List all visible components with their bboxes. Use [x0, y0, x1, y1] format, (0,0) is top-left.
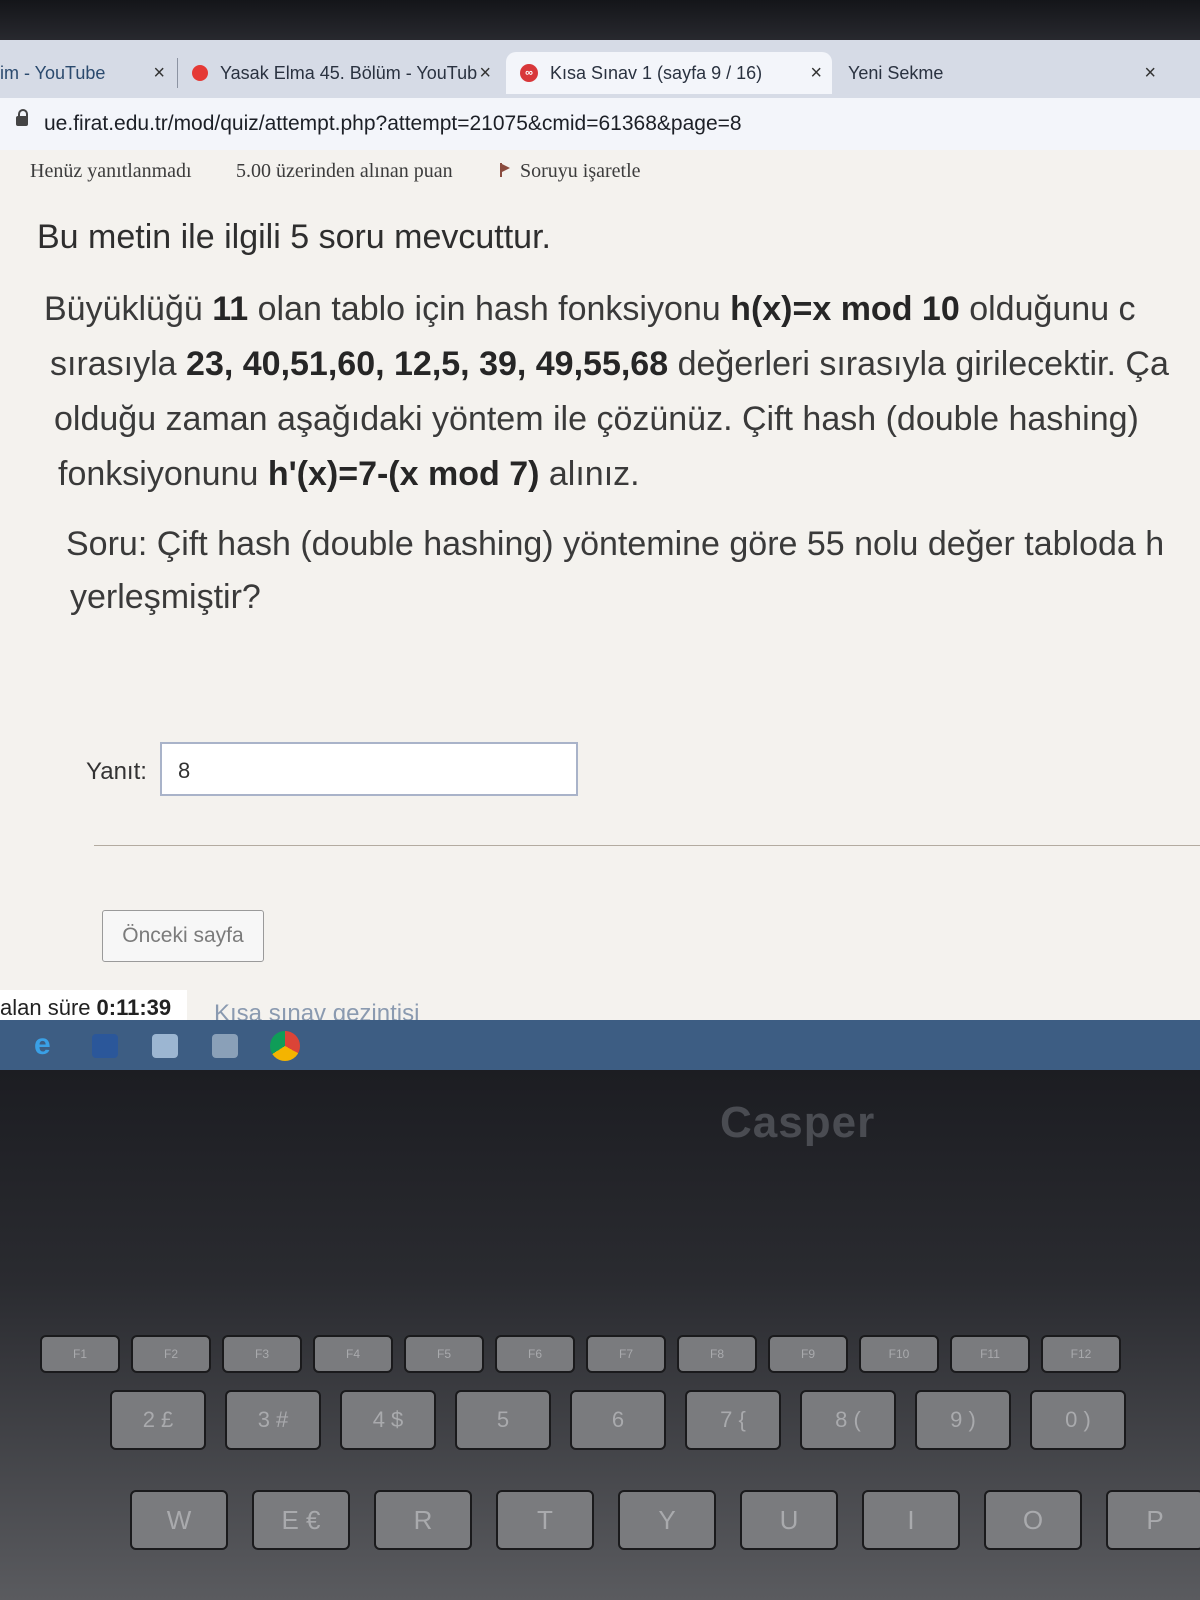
tab-yeni-sekme[interactable]: Yeni Sekme × — [848, 52, 1168, 94]
keyboard-key: F10 — [859, 1335, 939, 1373]
keyboard-key: Y — [618, 1490, 716, 1550]
keyboard-key: F1 — [40, 1335, 120, 1373]
answer-label: Yanıt: — [86, 758, 147, 785]
keyboard-key: F3 — [222, 1335, 302, 1373]
tab-yasak-elma[interactable]: Yasak Elma 45. Bölüm - YouTub × — [192, 52, 497, 94]
question-text-line-4: fonksiyonunu h'(x)=7-(x mod 7) alınız. — [58, 455, 640, 493]
timer-label: alan süre — [0, 995, 91, 1020]
keyboard-key: 8 ( — [800, 1390, 896, 1450]
youtube-icon — [192, 65, 208, 81]
quiz-favicon-icon: ∞ — [520, 64, 538, 82]
keyboard-key: 4 $ — [340, 1390, 436, 1450]
previous-page-button[interactable]: Önceki sayfa — [102, 910, 264, 962]
keyboard-key: F4 — [313, 1335, 393, 1373]
keyboard-key: F5 — [404, 1335, 484, 1373]
keyboard-key: 0 ) — [1030, 1390, 1126, 1450]
question-text-line-2: sırasıyla 23, 40,51,60, 12,5, 39, 49,55,… — [50, 345, 1169, 383]
screen-bezel — [0, 0, 1200, 45]
word-icon[interactable] — [92, 1034, 118, 1058]
keyboard-key: F12 — [1041, 1335, 1121, 1373]
keyboard-key: U — [740, 1490, 838, 1550]
close-icon[interactable]: × — [1144, 62, 1156, 85]
keyboard-key: 3 # — [225, 1390, 321, 1450]
close-icon[interactable]: × — [153, 62, 165, 85]
keyboard-key: T — [496, 1490, 594, 1550]
keyboard-key: F9 — [768, 1335, 848, 1373]
keyboard-key: F7 — [586, 1335, 666, 1373]
keyboard-key: E € — [252, 1490, 350, 1550]
question-points: 5.00 üzerinden alınan puan — [236, 160, 453, 182]
keyboard-key: W — [130, 1490, 228, 1550]
divider — [94, 845, 1200, 846]
question-status: Henüz yanıtlanmadı — [30, 160, 192, 182]
quiz-page: Henüz yanıtlanmadı 5.00 üzerinden alınan… — [0, 150, 1200, 1040]
keyboard-key: 7 { — [685, 1390, 781, 1450]
tab-title: Kısa Sınav 1 (sayfa 9 / 16) — [550, 62, 763, 83]
edge-icon[interactable]: e — [34, 1028, 60, 1061]
keyboard-key: I — [862, 1490, 960, 1550]
flag-icon — [500, 163, 510, 177]
keyboard-key: P — [1106, 1490, 1200, 1550]
mail-icon[interactable] — [212, 1034, 238, 1058]
tab-title: Yeni Sekme — [848, 62, 944, 83]
keyboard-key: 2 £ — [110, 1390, 206, 1450]
close-icon[interactable]: × — [810, 62, 822, 85]
flag-question-label: Soruyu işaretle — [520, 160, 641, 182]
lock-icon — [16, 109, 28, 126]
keyboard-key: F11 — [950, 1335, 1030, 1373]
tab-title: Yasak Elma 45. Bölüm - YouTub — [220, 62, 478, 83]
keyboard-key: F6 — [495, 1335, 575, 1373]
tab-separator — [177, 58, 178, 88]
keyboard-key: O — [984, 1490, 1082, 1550]
timer-value: 0:11:39 — [96, 995, 172, 1020]
question-text-line-1: Büyüklüğü 11 olan tablo için hash fonksi… — [44, 290, 1136, 328]
tab-kisa-sinav[interactable]: ∞ Kısa Sınav 1 (sayfa 9 / 16) × — [506, 52, 832, 94]
keyboard-key: 5 — [455, 1390, 551, 1450]
keyboard-key: 9 ) — [915, 1390, 1011, 1450]
question-prompt-line-1: Soru: Çift hash (double hashing) yöntemi… — [66, 525, 1165, 563]
close-icon[interactable]: × — [479, 62, 491, 85]
flag-question-link[interactable]: Soruyu işaretle — [500, 160, 641, 183]
answer-input[interactable]: 8 — [160, 742, 578, 796]
keyboard-key: R — [374, 1490, 472, 1550]
question-text-line-3: olduğu zaman aşağıdaki yöntem ile çözünü… — [54, 400, 1139, 438]
keyboard-key: F2 — [131, 1335, 211, 1373]
url-text[interactable]: ue.firat.edu.tr/mod/quiz/attempt.php?att… — [44, 112, 742, 136]
tab-youtube[interactable]: im - YouTube × — [0, 52, 175, 94]
question-prompt-line-2: yerleşmiştir? — [70, 578, 261, 616]
photos-icon[interactable] — [152, 1034, 178, 1058]
laptop-brand-logo: Casper — [720, 1098, 876, 1147]
address-bar[interactable]: ue.firat.edu.tr/mod/quiz/attempt.php?att… — [0, 98, 1200, 151]
keyboard-key: 6 — [570, 1390, 666, 1450]
keyboard-key: F8 — [677, 1335, 757, 1373]
tab-title: im - YouTube — [0, 62, 106, 83]
question-intro: Bu metin ile ilgili 5 soru mevcuttur. — [37, 218, 551, 256]
windows-taskbar — [0, 1020, 1200, 1070]
chrome-icon[interactable] — [270, 1031, 300, 1061]
